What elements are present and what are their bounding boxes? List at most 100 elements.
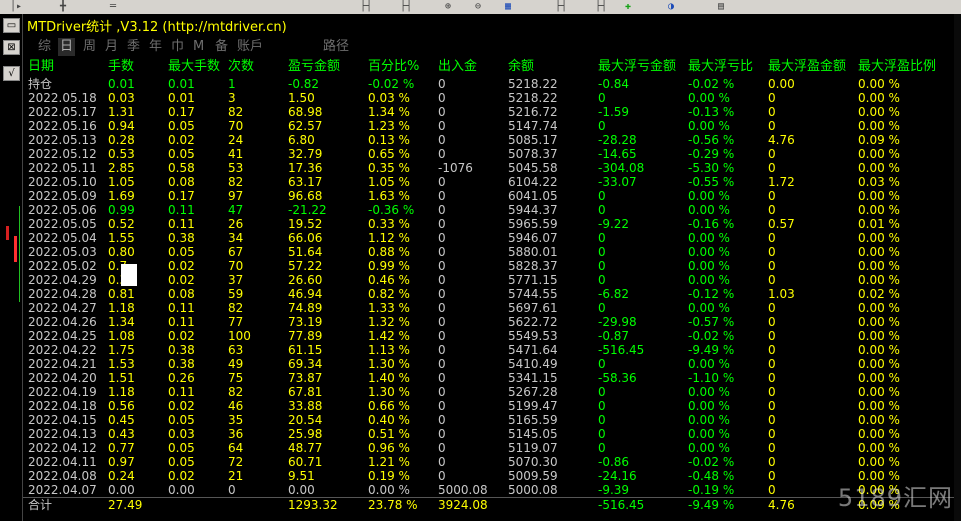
period-icon[interactable]: ├┤ bbox=[360, 1, 372, 13]
grid-icon[interactable]: ▦ bbox=[505, 1, 511, 13]
table-row[interactable]: 2022.04.29 0.3 0.02 37 26.60 0.46 % 0 5771.15 0 0… bbox=[23, 273, 955, 287]
total-row[interactable]: 合计 27.49 1293.32 23.78 % 3924.08 -516.45 -9.49… bbox=[23, 497, 955, 512]
table-row[interactable]: 2022.04.20 1.51 0.26 75 73.87 1.40 % 0 5341.15 -… bbox=[23, 371, 955, 385]
col-maxlots[interactable]: 最大手数 bbox=[168, 58, 220, 76]
cell-lots: 1.75 bbox=[108, 343, 135, 357]
cell-count: 70 bbox=[228, 259, 244, 273]
cell-count: 67 bbox=[228, 245, 244, 259]
tab-month[interactable]: 月 bbox=[105, 38, 118, 56]
table-row[interactable]: 2022.04.13 0.43 0.03 36 25.98 0.51 % 0 5145.05 0… bbox=[23, 427, 955, 441]
table-row[interactable]: 2022.04.11 0.97 0.05 72 60.71 1.21 % 0 5070.30 -… bbox=[23, 455, 955, 469]
table-row[interactable]: 2022.05.05 0.52 0.11 26 19.52 0.33 % 0 5965.59 -… bbox=[23, 217, 955, 231]
cell-io: 0 bbox=[438, 91, 446, 105]
table-row[interactable]: 2022.04.18 0.56 0.02 46 33.88 0.66 % 0 5199.47 0… bbox=[23, 399, 955, 413]
col-io[interactable]: 出入金 bbox=[438, 58, 477, 76]
table-row[interactable]: 2022.05.03 0.80 0.05 67 51.64 0.88 % 0 5880.01 0… bbox=[23, 245, 955, 259]
table-row[interactable]: 2022.05.02 0.7 0.02 70 57.22 0.99 % 0 5828.37 0 0… bbox=[23, 259, 955, 273]
tab-account[interactable]: 账戶 bbox=[237, 38, 263, 56]
table-row[interactable]: 2022.05.12 0.53 0.05 41 32.79 0.65 % 0 5078.37 -… bbox=[23, 147, 955, 161]
cell-max-float-profit-ratio: 0.00 % bbox=[858, 105, 900, 119]
tab-symbol[interactable]: 巾 bbox=[171, 38, 184, 56]
cell-io: -1076 bbox=[438, 161, 473, 175]
cell-max-float-loss: -6.82 bbox=[598, 287, 630, 301]
table-row[interactable]: 2022.04.28 0.81 0.08 59 46.94 0.82 % 0 5744.55 -… bbox=[23, 287, 955, 301]
table-row[interactable]: 2022.05.13 0.28 0.02 24 6.80 0.13 % 0 5085.17 -2… bbox=[23, 133, 955, 147]
hline-icon[interactable]: ═ bbox=[110, 1, 116, 13]
cell-lots: 0.99 bbox=[108, 203, 135, 217]
table-row[interactable]: 持仓 0.01 0.01 1 -0.82 -0.02 % 0 5218.22 -0.84 -0.0… bbox=[23, 77, 955, 91]
cell-max-float-loss-ratio: -0.48 % bbox=[688, 469, 735, 483]
cell-date: 2022.04.13 bbox=[28, 427, 97, 441]
cell-balance: 5085.17 bbox=[508, 133, 558, 147]
col-max-float-profit-ratio[interactable]: 最大浮盈比例 bbox=[858, 58, 936, 76]
table-row[interactable]: 2022.04.26 1.34 0.11 77 73.19 1.32 % 0 5622.72 -… bbox=[23, 315, 955, 329]
cell-pnl: 68.98 bbox=[288, 105, 323, 119]
tab-day[interactable]: 日 bbox=[58, 38, 76, 56]
table-row[interactable]: 2022.05.06 0.99 0.11 47 -21.22 -0.36 % 0 5944.3… bbox=[23, 203, 955, 217]
table-row[interactable]: 2022.04.21 1.53 0.38 49 69.34 1.30 % 0 5410.49 0… bbox=[23, 357, 955, 371]
table-row[interactable]: 2022.05.17 1.31 0.17 82 68.98 1.34 % 0 5216.72 -… bbox=[23, 105, 955, 119]
table-row[interactable]: 2022.04.15 0.45 0.05 35 20.54 0.40 % 0 5165.59 0… bbox=[23, 413, 955, 427]
col-balance[interactable]: 余额 bbox=[508, 58, 534, 76]
table-row[interactable]: 2022.04.25 1.08 0.02 100 77.89 1.42 % 0 5549.53… bbox=[23, 329, 955, 343]
tab-path[interactable]: 路径 bbox=[323, 38, 349, 56]
cell-max-float-profit: 0 bbox=[768, 483, 776, 497]
chart-add-icon[interactable]: ✚ bbox=[625, 1, 631, 13]
cell-max-float-loss-ratio: -9.49 % bbox=[688, 343, 735, 357]
cell-pnl: -0.82 bbox=[288, 77, 320, 91]
cell-max-float-loss: -0.84 bbox=[598, 77, 630, 91]
table-row[interactable]: 2022.04.19 1.18 0.11 82 67.81 1.30 % 0 5267.28 0… bbox=[23, 385, 955, 399]
table-row[interactable]: 2022.04.07 0.00 0.00 0 0.00 0.00 % 5000.08 5000… bbox=[23, 483, 955, 497]
col-pct[interactable]: 百分比% bbox=[368, 58, 419, 76]
table-row[interactable]: 2022.04.08 0.24 0.02 21 9.51 0.19 % 0 5009.59 -2… bbox=[23, 469, 955, 483]
col-max-float-loss[interactable]: 最大浮亏金额 bbox=[598, 58, 676, 76]
period-icon[interactable]: ├┤ bbox=[555, 1, 567, 13]
crosshair-icon[interactable]: ╋ bbox=[60, 1, 66, 13]
cell-max-float-profit: 0 bbox=[768, 329, 776, 343]
table-row[interactable]: 2022.05.16 0.94 0.05 70 62.57 1.23 % 0 5147.74 0… bbox=[23, 119, 955, 133]
cell-maxlots: 0.05 bbox=[168, 413, 195, 427]
table-row[interactable]: 2022.04.27 1.18 0.11 82 74.89 1.33 % 0 5697.61 0… bbox=[23, 301, 955, 315]
tab-quarter[interactable]: 季 bbox=[127, 38, 140, 56]
template-icon[interactable]: ▤ bbox=[718, 1, 724, 13]
chart-icon[interactable]: ▭ bbox=[3, 18, 20, 33]
table-row[interactable]: 2022.05.10 1.05 0.08 82 63.17 1.05 % 0 6104.22 -… bbox=[23, 175, 955, 189]
cell-maxlots: 0.11 bbox=[168, 301, 195, 315]
cell-max-float-loss-ratio: 0.00 % bbox=[688, 119, 730, 133]
col-pnl[interactable]: 盈亏金额 bbox=[288, 58, 340, 76]
cell-date: 2022.04.26 bbox=[28, 315, 97, 329]
col-date[interactable]: 日期 bbox=[28, 58, 54, 76]
table-row[interactable]: 2022.04.12 0.77 0.05 64 48.77 0.96 % 0 5119.07 0… bbox=[23, 441, 955, 455]
cell-max-float-profit: 0 bbox=[768, 147, 776, 161]
cell-pnl: 25.98 bbox=[288, 427, 323, 441]
col-count[interactable]: 次数 bbox=[228, 58, 254, 76]
zoom-out-icon[interactable]: ⊖ bbox=[475, 1, 481, 13]
cell-lots: 1.51 bbox=[108, 371, 135, 385]
table-row[interactable]: 2022.05.18 0.03 0.01 3 1.50 0.03 % 0 5218.22 0 0.… bbox=[23, 91, 955, 105]
tab-summary[interactable]: 综 bbox=[38, 38, 51, 56]
refresh-icon[interactable]: ◑ bbox=[668, 1, 674, 13]
table-row[interactable]: 2022.05.09 1.69 0.17 97 96.68 1.63 % 0 6041.05 0… bbox=[23, 189, 955, 203]
zoom-in-icon[interactable]: ⊕ bbox=[445, 1, 451, 13]
cell-max-float-loss: -0.86 bbox=[598, 455, 630, 469]
period-icon[interactable]: ├┤ bbox=[400, 1, 412, 13]
tab-note[interactable]: 备 bbox=[215, 38, 228, 56]
collapse-icon[interactable]: ⊠ bbox=[3, 40, 20, 55]
cell-maxlots: 0.11 bbox=[168, 315, 195, 329]
col-lots[interactable]: 手数 bbox=[108, 58, 134, 76]
toolbar: │▸ ╋ ═ ├┤ ├┤ ⊕ ⊖ ▦ ├┤ ├┤ ✚ ◑ ▤ bbox=[0, 0, 961, 15]
cell-pnl: 33.88 bbox=[288, 399, 323, 413]
col-max-float-loss-ratio[interactable]: 最大浮亏比 bbox=[688, 58, 753, 76]
period-icon[interactable]: ├┤ bbox=[595, 1, 607, 13]
tab-year[interactable]: 年 bbox=[149, 38, 162, 56]
tab-magic[interactable]: M bbox=[193, 38, 204, 56]
check-icon[interactable]: √ bbox=[3, 66, 20, 81]
cell-count: 82 bbox=[228, 175, 244, 189]
cell-pct: 0.13 % bbox=[368, 133, 410, 147]
table-row[interactable]: 2022.05.04 1.55 0.38 34 66.06 1.12 % 0 5946.07 0… bbox=[23, 231, 955, 245]
cursor-icon[interactable]: │▸ bbox=[10, 1, 22, 13]
tab-week[interactable]: 周 bbox=[83, 38, 96, 56]
col-max-float-profit[interactable]: 最大浮盈金额 bbox=[768, 58, 846, 76]
table-row[interactable]: 2022.04.22 1.75 0.38 63 61.15 1.13 % 0 5471.64 -… bbox=[23, 343, 955, 357]
table-row[interactable]: 2022.05.11 2.85 0.58 53 17.36 0.35 % -1076 5045… bbox=[23, 161, 955, 175]
